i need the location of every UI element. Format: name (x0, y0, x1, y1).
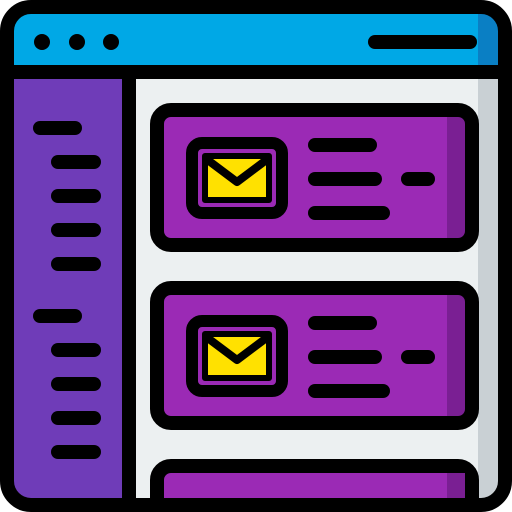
email-card-1[interactable] (150, 103, 479, 252)
email-card-shade (447, 295, 465, 416)
email-card-2[interactable] (150, 281, 479, 430)
window-dot-icon[interactable] (69, 34, 85, 50)
email-card-shade (447, 117, 465, 238)
envelope-icon (186, 137, 288, 219)
email-window-illustration (0, 0, 512, 512)
window-dot-icon[interactable] (103, 34, 119, 50)
envelope-icon (186, 315, 288, 397)
window-dot-icon[interactable] (34, 34, 50, 50)
